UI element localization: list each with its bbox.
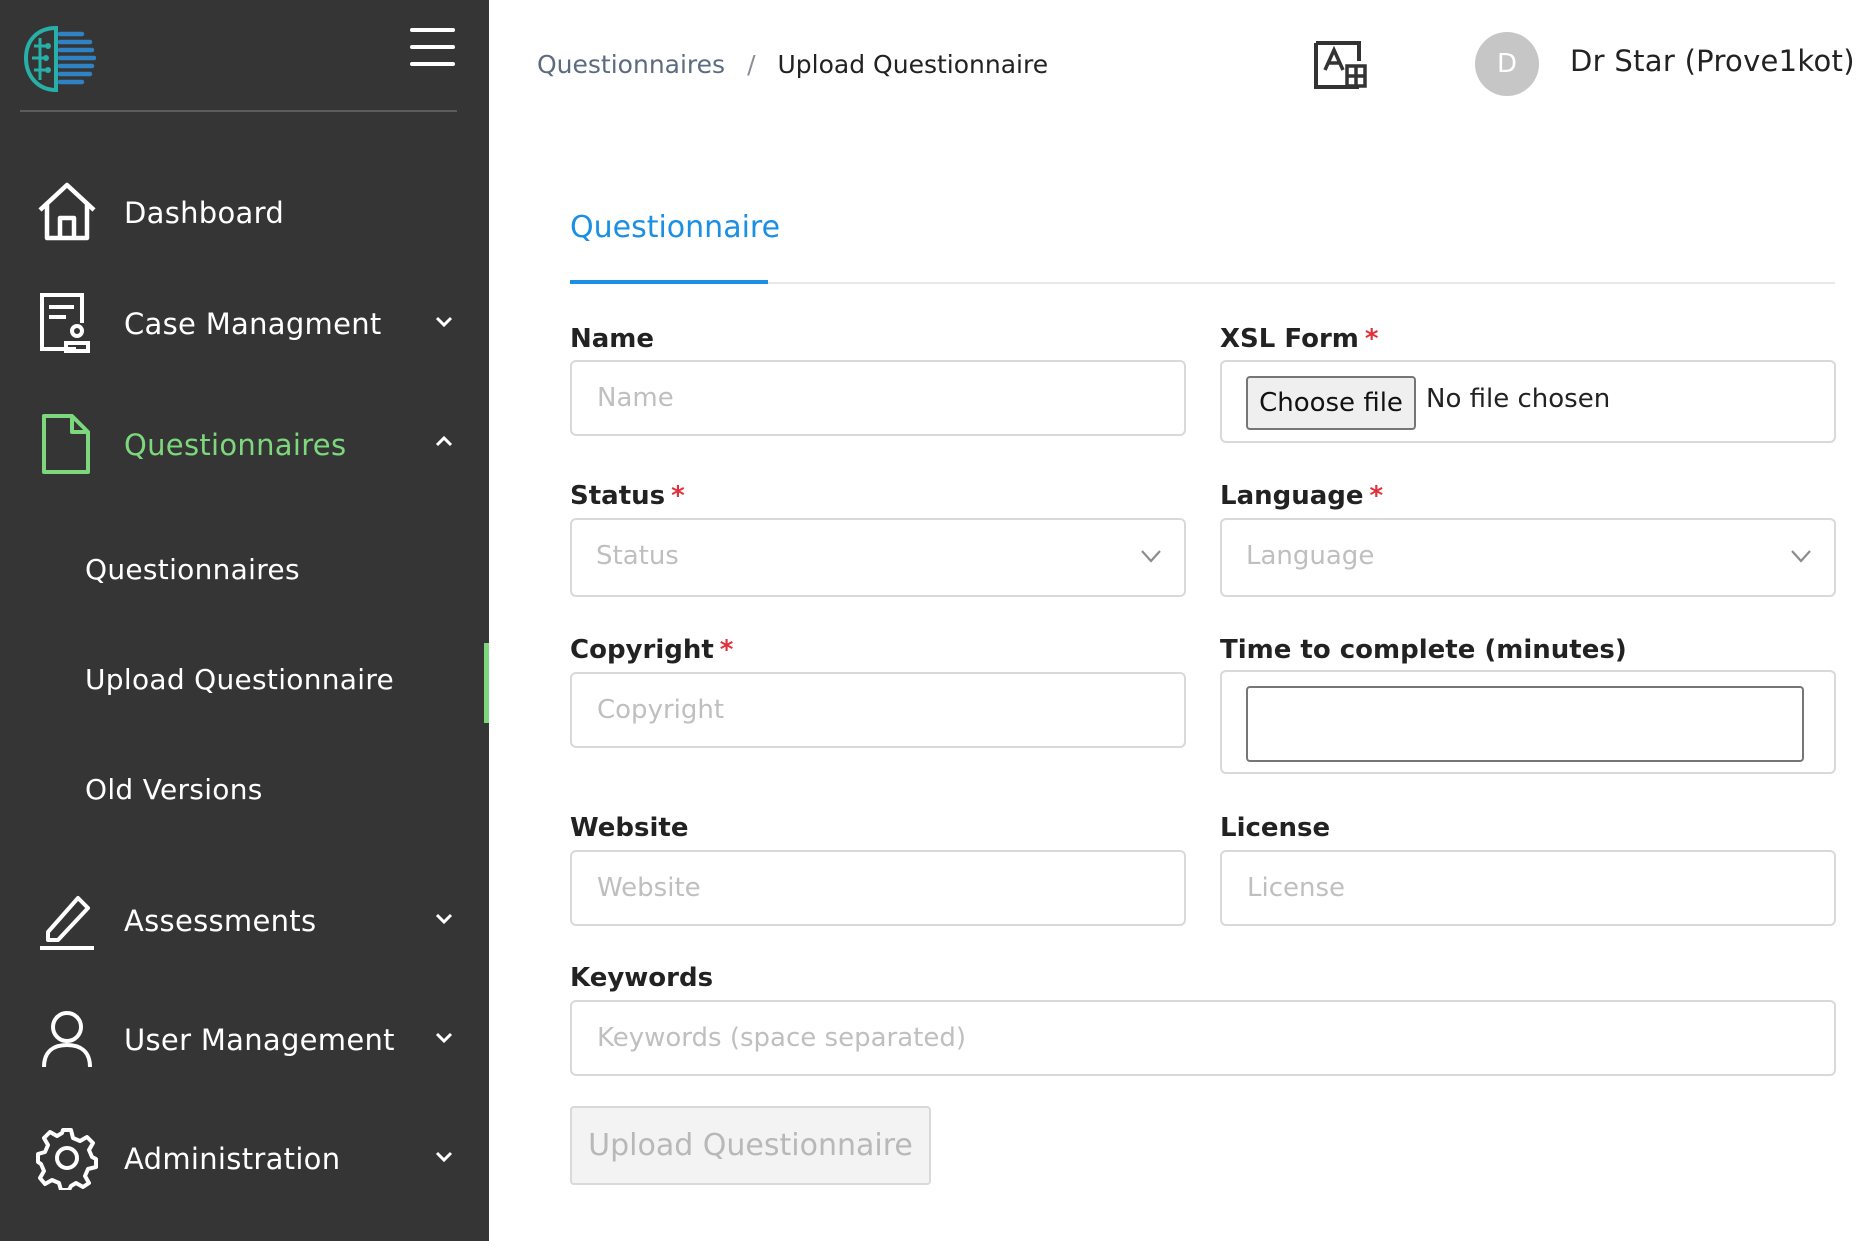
avatar[interactable]: D <box>1475 32 1539 96</box>
sidebar-item-label: Questionnaires <box>124 428 347 462</box>
app-root: Dashboard Case Managment Questionnaires … <box>0 0 1860 1241</box>
chevron-up-icon <box>435 435 453 447</box>
breadcrumb: Questionnaires / Upload Questionnaire <box>537 50 1048 79</box>
language-placeholder: Language <box>1246 541 1375 571</box>
chevron-down-icon <box>1141 550 1161 563</box>
choose-file-button[interactable]: Choose file <box>1246 376 1416 430</box>
sidebar-subitem-questionnaires[interactable]: Questionnaires <box>0 535 489 605</box>
sidebar-subitem-label: Old Versions <box>85 773 263 806</box>
user-name[interactable]: Dr Star (Prove1kot) <box>1570 44 1855 78</box>
sidebar-subitem-label: Questionnaires <box>85 553 300 586</box>
language-label: Language * <box>1220 481 1383 511</box>
name-label: Name <box>570 324 654 354</box>
sidebar-subitem-upload-questionnaire[interactable]: Upload Questionnaire <box>0 643 489 723</box>
sidebar-subitem-old-versions[interactable]: Old Versions <box>0 755 489 825</box>
time-to-complete-field <box>1220 670 1836 774</box>
copyright-label: Copyright * <box>570 635 733 665</box>
sidebar-item-administration[interactable]: Administration <box>0 1118 489 1198</box>
chevron-down-icon <box>1791 550 1811 563</box>
case-file-icon <box>40 293 90 353</box>
time-label-text: Time to complete (minutes) <box>1220 635 1627 665</box>
status-placeholder: Status <box>596 541 679 571</box>
xsl-form-label: XSL Form * <box>1220 324 1378 354</box>
language-label-text: Language <box>1220 481 1364 511</box>
home-icon <box>38 182 96 241</box>
license-input[interactable]: License <box>1220 850 1836 926</box>
sidebar-item-label: Dashboard <box>124 196 285 230</box>
user-icon <box>42 1011 92 1068</box>
breadcrumb-link-questionnaires[interactable]: Questionnaires <box>537 50 725 79</box>
pen-icon <box>40 896 94 950</box>
status-label-text: Status <box>570 481 666 511</box>
status-label: Status * <box>570 481 685 511</box>
sidebar-item-questionnaires[interactable]: Questionnaires <box>0 404 489 484</box>
required-marker: * <box>719 635 734 665</box>
keywords-label-text: Keywords <box>570 963 714 993</box>
hamburger-menu-icon[interactable] <box>410 28 455 68</box>
website-label: Website <box>570 813 688 843</box>
brain-logo-icon[interactable] <box>20 24 96 94</box>
breadcrumb-separator: / <box>747 50 756 79</box>
copyright-label-text: Copyright <box>570 635 714 665</box>
chevron-down-icon <box>435 1151 453 1163</box>
tab-active-indicator <box>570 280 768 284</box>
required-marker: * <box>1369 481 1384 511</box>
sidebar-item-user-management[interactable]: User Management <box>0 999 489 1079</box>
sidebar-item-dashboard[interactable]: Dashboard <box>0 172 489 252</box>
translate-icon[interactable] <box>1313 40 1369 90</box>
tab-label: Questionnaire <box>570 210 781 245</box>
file-status-text: No file chosen <box>1426 384 1611 414</box>
time-to-complete-input[interactable] <box>1246 686 1804 762</box>
gear-icon <box>36 1128 98 1190</box>
chevron-down-icon <box>435 316 453 328</box>
sidebar-divider <box>20 110 457 112</box>
license-label-text: License <box>1220 813 1331 843</box>
sidebar-item-label: User Management <box>124 1023 395 1057</box>
copyright-input[interactable]: Copyright <box>570 672 1186 748</box>
website-label-text: Website <box>570 813 689 843</box>
status-select[interactable]: Status <box>570 518 1186 597</box>
xsl-form-label-text: XSL Form <box>1220 324 1359 354</box>
sidebar-item-label: Assessments <box>124 904 317 938</box>
time-to-complete-label: Time to complete (minutes) <box>1220 635 1627 665</box>
sidebar-item-case-management[interactable]: Case Managment <box>0 283 489 363</box>
required-marker: * <box>1364 324 1379 354</box>
name-label-text: Name <box>570 324 655 354</box>
sidebar-item-label: Case Managment <box>124 307 382 341</box>
website-input[interactable]: Website <box>570 850 1186 926</box>
sidebar-item-assessments[interactable]: Assessments <box>0 880 489 960</box>
breadcrumb-current: Upload Questionnaire <box>777 50 1049 79</box>
chevron-down-icon <box>435 1032 453 1044</box>
name-input[interactable]: Name <box>570 360 1186 436</box>
sidebar-subitem-label: Upload Questionnaire <box>85 663 395 696</box>
license-label: License <box>1220 813 1330 843</box>
chevron-down-icon <box>435 913 453 925</box>
keywords-label: Keywords <box>570 963 713 993</box>
upload-questionnaire-button[interactable]: Upload Questionnaire <box>570 1106 931 1185</box>
language-select[interactable]: Language <box>1220 518 1836 597</box>
document-icon <box>42 414 90 474</box>
sidebar-item-label: Administration <box>124 1142 341 1176</box>
sidebar: Dashboard Case Managment Questionnaires … <box>0 0 489 1241</box>
tab-questionnaire[interactable]: Questionnaire <box>570 210 780 284</box>
xsl-form-file-field: Choose file No file chosen <box>1220 360 1836 443</box>
required-marker: * <box>671 481 685 511</box>
keywords-input[interactable]: Keywords (space separated) <box>570 1000 1836 1076</box>
